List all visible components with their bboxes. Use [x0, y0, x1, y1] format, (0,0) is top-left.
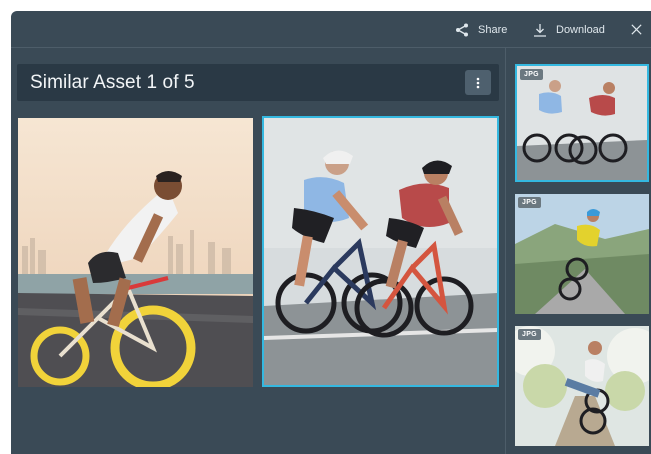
download-button[interactable]: Download: [533, 11, 605, 48]
file-type-badge: JPG: [520, 69, 543, 80]
share-icon: [456, 23, 468, 36]
asset-image-two-cyclists[interactable]: [262, 116, 499, 387]
more-options-button[interactable]: [465, 70, 491, 95]
asset-title-bar: Similar Asset 1 of 5: [17, 64, 499, 101]
share-button[interactable]: Share: [455, 11, 507, 48]
download-icon: [534, 23, 546, 37]
more-vertical-icon: [476, 77, 480, 88]
sidebar-divider: [505, 48, 506, 454]
download-label: Download: [556, 23, 605, 36]
asset-viewer-modal: Share Download Similar Asset 1 of 5 JPG …: [11, 11, 651, 454]
close-button[interactable]: [631, 11, 651, 48]
thumbnail-mountain-cyclist[interactable]: JPG: [515, 194, 649, 314]
close-icon: [631, 24, 642, 35]
top-toolbar: Share Download: [11, 11, 651, 48]
file-type-badge: JPG: [518, 197, 541, 208]
thumbnail-two-cyclists[interactable]: JPG: [515, 64, 649, 182]
asset-title: Similar Asset 1 of 5: [30, 72, 195, 93]
share-label: Share: [478, 23, 508, 36]
asset-image-cyclist-sunset[interactable]: [18, 118, 253, 387]
file-type-badge: JPG: [518, 329, 541, 340]
thumbnail-park-cyclist[interactable]: JPG: [515, 326, 649, 446]
